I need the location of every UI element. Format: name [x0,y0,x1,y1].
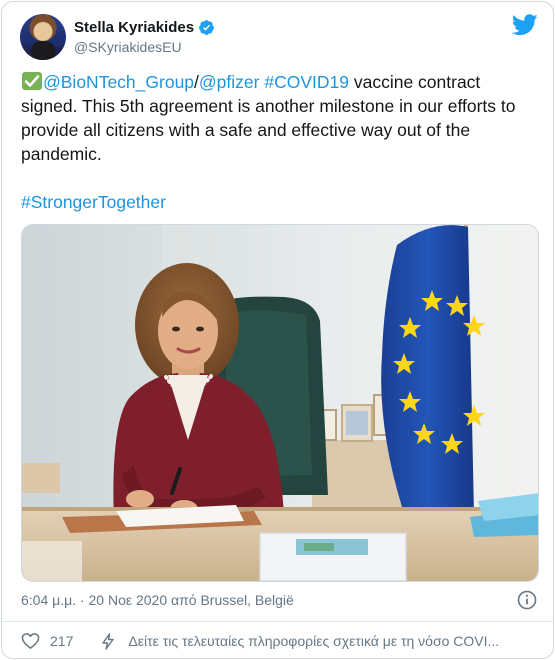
tweet-card: Stella Kyriakides @SKyriakidesEU @BioNTe… [1,1,554,659]
verified-badge-icon [199,20,215,35]
lightning-icon [102,632,115,650]
hashtag-covid19[interactable]: #COVID19 [264,72,349,92]
like-count[interactable]: 217 [50,633,73,649]
mention-biontech[interactable]: @BioNTech_Group [43,72,194,92]
heart-icon[interactable] [21,632,40,650]
covid-info-link[interactable]: Δείτε τις τελευταίες πληροφορίες σχετικά… [128,633,499,649]
check-mark-icon [22,72,42,90]
hashtag-strongertogether[interactable]: #StrongerTogether [21,192,166,212]
photo-illustration [22,225,538,581]
twitter-bird-icon[interactable] [512,14,538,36]
tweet-footer: 217 Δείτε τις τελευταίες πληροφορίες σχε… [21,631,499,651]
tweet-header: Stella Kyriakides @SKyriakidesEU [20,14,540,62]
info-icon[interactable] [517,590,537,610]
author-name-row[interactable]: Stella Kyriakides [74,19,215,36]
mention-pfizer[interactable]: @pfizer [199,72,260,92]
tweet-photo[interactable] [21,224,539,582]
tweet-text: @BioNTech_Group/@pfizer #COVID19 vaccine… [21,70,541,214]
footer-divider [2,621,553,622]
tweet-timestamp[interactable]: 6:04 μ.μ. · 20 Νοε 2020 από Brussel, Bel… [21,592,294,608]
author-name[interactable]: Stella Kyriakides [74,19,194,36]
avatar[interactable] [20,14,66,60]
author-handle[interactable]: @SKyriakidesEU [74,39,182,55]
